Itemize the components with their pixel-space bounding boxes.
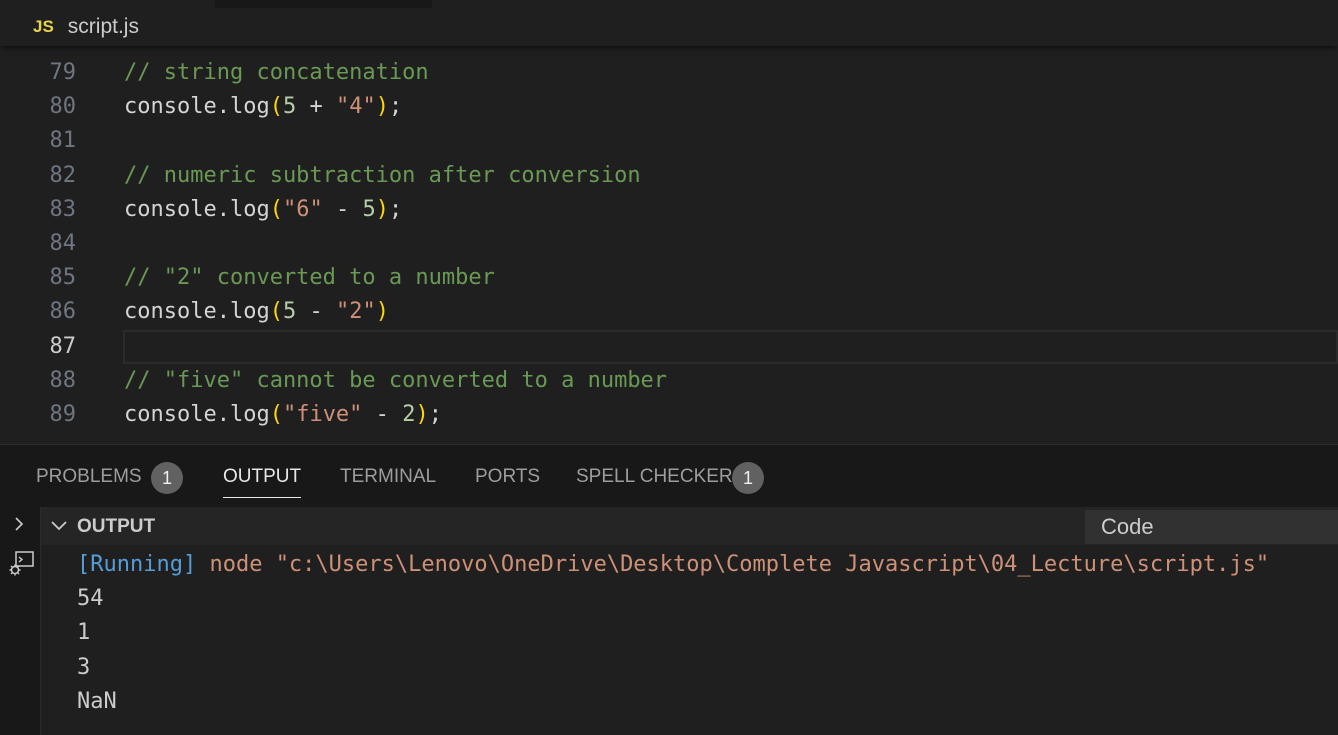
code-line[interactable]: 86 console.log(5 - "2") [0,295,1338,329]
code-token-plain: console.log [124,94,270,119]
current-line-highlight [123,330,1338,364]
code-token-string: "4" [335,94,376,119]
tab-terminal[interactable]: TERMINAL [340,465,436,489]
line-number: 85 [49,265,77,290]
line-number: 86 [49,299,77,324]
code-token-comment: // string concatenation [124,60,429,85]
code-token-paren: ) [415,402,429,427]
line-number: 80 [49,94,77,119]
code-line[interactable]: 81 [0,124,1338,158]
code-token-number: 5 [362,197,376,222]
line-number: 83 [49,197,77,222]
output-terminal-icon[interactable] [6,549,36,579]
code-token-paren: ( [269,299,283,324]
tab-strip-segment [432,0,1338,8]
code-line[interactable]: 85 // "2" converted to a number [0,261,1338,295]
javascript-file-icon: JS [33,17,54,36]
code-token-comment: // "2" converted to a number [124,265,495,290]
code-token-comment: // "five" cannot be converted to a numbe… [124,368,668,393]
code-token-plain: console.log [124,197,270,222]
code-text[interactable]: // string concatenation [124,56,429,90]
vscode-window: JS script.js 79 // string concatenation … [0,0,1338,735]
code-token-paren: ) [375,299,389,324]
bottom-panel: PROBLEMS 1 OUTPUT TERMINAL PORTS SPELL C… [0,444,1338,735]
code-token-plain: console.log [124,299,270,324]
code-token-paren: ( [269,197,283,222]
code-text[interactable]: console.log(5 - "2") [124,295,389,329]
code-text[interactable]: console.log(5 + "4"); [124,90,402,124]
code-token-number: 2 [402,402,416,427]
code-token-plain: ; [428,402,442,427]
code-token-number: 5 [282,299,297,324]
code-line[interactable]: 83 console.log("6" - 5); [0,193,1338,227]
code-line[interactable]: 89 console.log("five" - 2); [0,398,1338,432]
breadcrumb: JS script.js [0,8,1338,46]
chevron-right-icon[interactable] [12,517,26,531]
code-line[interactable]: 80 console.log(5 + "4"); [0,90,1338,124]
line-number: 89 [49,402,77,427]
code-text[interactable]: console.log("6" - 5); [124,193,402,227]
code-token-string: "2" [335,299,376,324]
tab-problems[interactable]: PROBLEMS [36,465,142,489]
output-result-line: 3 [77,655,91,680]
tab-spell-checker[interactable]: SPELL CHECKER [576,465,733,489]
code-token-paren: ) [375,197,389,222]
panel-side-gutter [0,507,41,735]
tab-ports[interactable]: PORTS [475,465,540,489]
problems-count-badge: 1 [151,462,183,494]
output-section-title: OUTPUT [77,516,156,537]
code-token-plain: ; [388,197,403,222]
code-token-comment: // numeric subtraction after conversion [124,163,641,188]
output-result-line: 54 [77,586,104,611]
code-text[interactable]: // numeric subtraction after conversion [124,159,641,193]
line-number: 81 [49,128,77,153]
code-editor[interactable]: 79 // string concatenation 80 console.lo… [0,46,1338,444]
output-result-line: NaN [77,689,117,714]
line-number: 88 [49,368,77,393]
code-token-plain: + [296,94,336,119]
panel-tab-bar: PROBLEMS 1 OUTPUT TERMINAL PORTS SPELL C… [0,445,1338,507]
run-command: node "c:\Users\Lenovo\OneDrive\Desktop\C… [196,552,1270,577]
code-line-current[interactable]: 87 [0,330,1338,364]
line-number: 87 [49,334,77,359]
breadcrumb-file-name[interactable]: script.js [68,15,139,39]
line-number: 79 [49,60,77,85]
output-run-line: [Running] node "c:\Users\Lenovo\OneDrive… [77,548,1269,582]
code-token-plain: console.log [124,402,270,427]
code-token-plain: - [322,197,363,222]
code-token-string: "five" [282,402,363,427]
output-channel-select[interactable]: Code [1085,510,1338,544]
running-tag: [Running] [77,552,197,577]
code-line[interactable]: 84 [0,227,1338,261]
code-text[interactable]: console.log("five" - 2); [124,398,442,432]
code-line[interactable]: 88 // "five" cannot be converted to a nu… [0,364,1338,398]
code-token-paren: ) [375,94,389,119]
tab-strip-segment [0,0,215,8]
code-line[interactable]: 82 // numeric subtraction after conversi… [0,159,1338,193]
chevron-down-icon[interactable] [51,520,67,532]
code-text[interactable]: // "2" converted to a number [124,261,495,295]
spell-checker-count-badge: 1 [732,462,764,494]
code-token-plain: - [362,402,403,427]
line-number: 84 [49,231,77,256]
code-token-paren: ( [269,402,283,427]
code-line[interactable]: 79 // string concatenation [0,56,1338,90]
editor-tab-strip [0,0,1338,8]
code-token-plain: ; [388,94,403,119]
code-token-plain: - [296,299,336,324]
output-log[interactable]: [Running] node "c:\Users\Lenovo\OneDrive… [41,545,1338,735]
output-result-line: 1 [77,620,91,645]
code-token-string: "6" [282,197,323,222]
code-text[interactable]: // "five" cannot be converted to a numbe… [124,364,667,398]
code-token-number: 5 [282,94,297,119]
tab-output[interactable]: OUTPUT [223,465,302,498]
code-token-paren: ( [269,94,283,119]
line-number: 82 [49,163,77,188]
